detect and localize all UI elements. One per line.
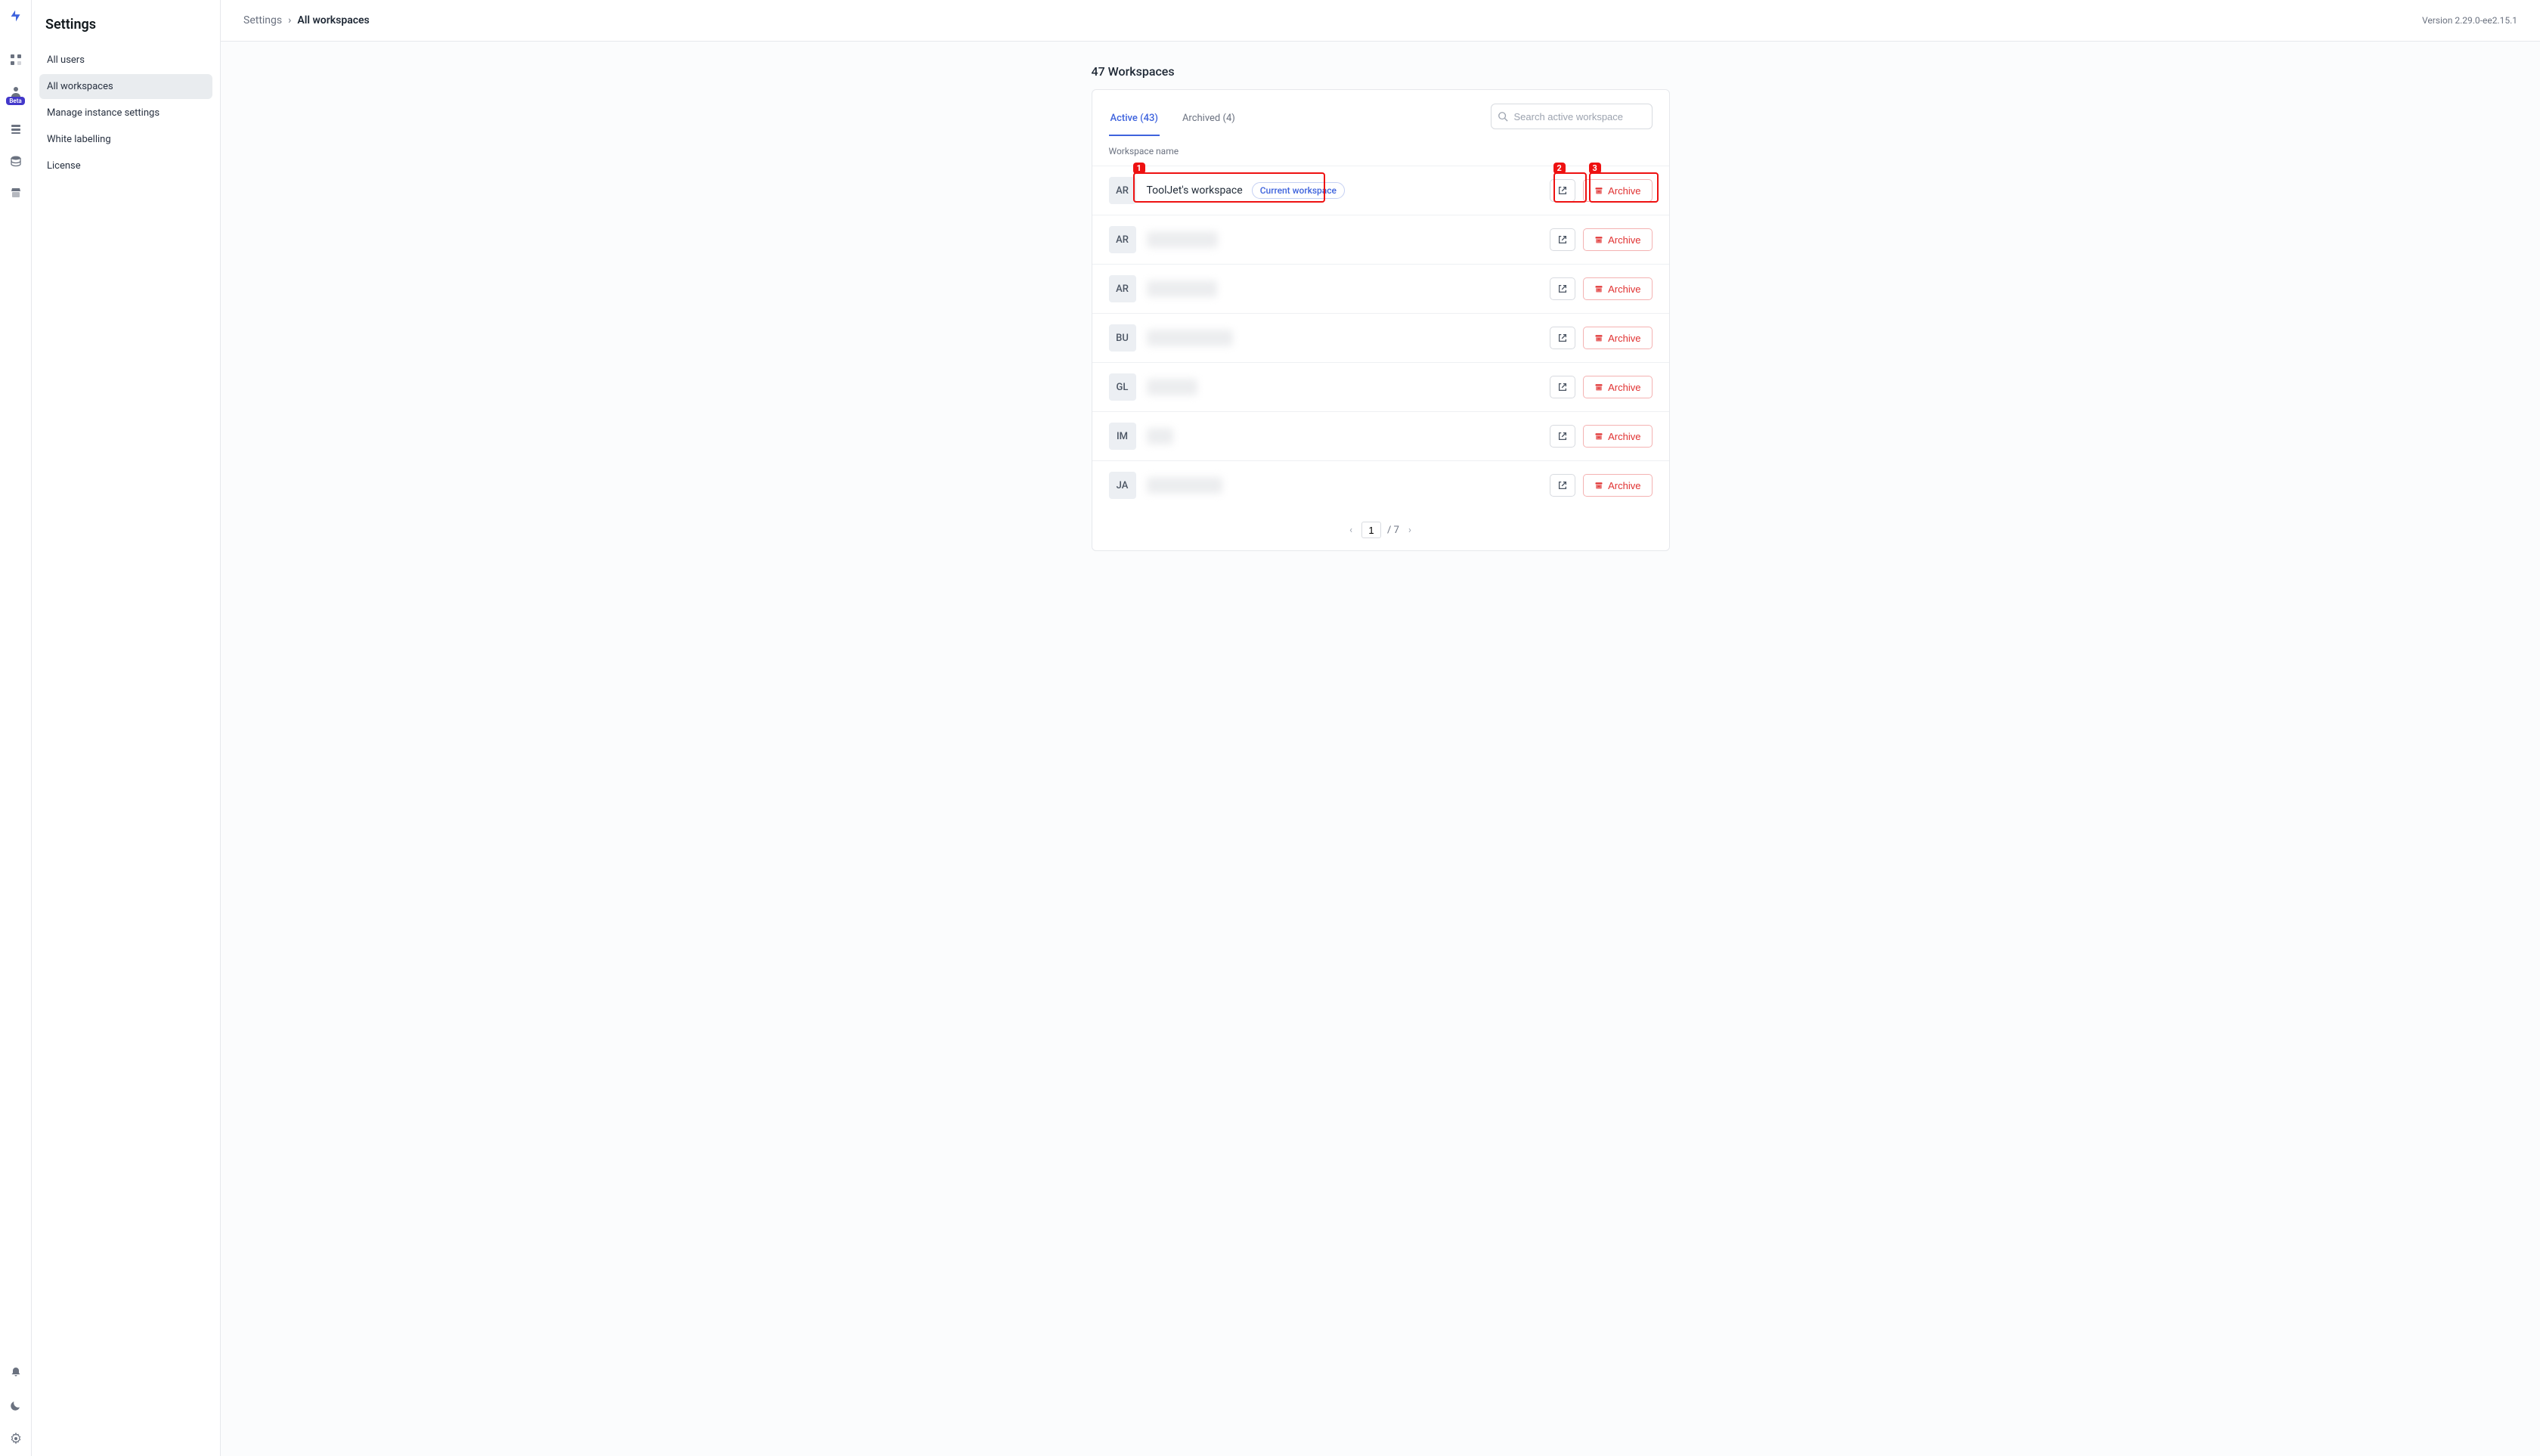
open-workspace-button[interactable]: [1550, 228, 1575, 251]
pager-total: / 7: [1387, 525, 1399, 536]
workspace-avatar: IM: [1109, 423, 1136, 450]
workspace-avatar: JA: [1109, 472, 1136, 499]
open-workspace-button[interactable]: [1550, 376, 1575, 398]
sidebar-title: Settings: [39, 12, 212, 48]
archive-button[interactable]: Archive: [1583, 179, 1652, 202]
archive-button[interactable]: Archive: [1583, 228, 1652, 251]
settings-sidebar: Settings All usersAll workspacesManage i…: [32, 0, 221, 1456]
workspace-row: AR Workspace B Archive: [1092, 264, 1669, 313]
workspace-avatar: AR: [1109, 226, 1136, 253]
workspace-name-wrap: Workspace A: [1147, 231, 1550, 248]
workspace-row: GL Global W Archive: [1092, 362, 1669, 411]
workspace-name-wrap: ToolJet's workspace Current workspace: [1147, 182, 1550, 199]
workspace-avatar: AR: [1109, 275, 1136, 302]
open-workspace-button[interactable]: [1550, 425, 1575, 448]
icon-rail: Beta: [0, 0, 32, 1456]
theme-icon[interactable]: [6, 1396, 26, 1415]
breadcrumb-current: All workspaces: [297, 14, 369, 26]
workspace-name: Jacob's space: [1147, 477, 1222, 494]
database-icon[interactable]: [6, 119, 26, 139]
marketplace-icon[interactable]: [6, 183, 26, 203]
workspace-row: IM Imp Archive: [1092, 411, 1669, 460]
app-logo[interactable]: [6, 6, 26, 26]
archive-button[interactable]: Archive: [1583, 474, 1652, 497]
nav-item-manage-instance-settings[interactable]: Manage instance settings: [39, 101, 212, 125]
column-header-name: Workspace name: [1092, 138, 1669, 166]
workspace-row: BU Build workspace Archive: [1092, 313, 1669, 362]
workspace-name-wrap: Imp: [1147, 428, 1550, 445]
open-workspace-button[interactable]: [1550, 474, 1575, 497]
datasource-icon[interactable]: [6, 151, 26, 171]
breadcrumb-root[interactable]: Settings: [243, 14, 282, 26]
workspace-name-wrap: Jacob's space: [1147, 477, 1550, 494]
tab-archived[interactable]: Archived (4): [1181, 107, 1237, 136]
search-input[interactable]: [1491, 104, 1653, 129]
version-label: Version 2.29.0-ee2.15.1: [2422, 15, 2517, 26]
workspace-avatar: AR: [1109, 177, 1136, 204]
beta-badge: Beta: [6, 97, 24, 105]
open-workspace-button[interactable]: [1550, 327, 1575, 349]
nav-item-license[interactable]: License: [39, 153, 212, 178]
workspace-avatar: GL: [1109, 373, 1136, 401]
workspace-count: 47 Workspaces: [1092, 64, 1670, 79]
archive-button[interactable]: Archive: [1583, 277, 1652, 300]
tab-active[interactable]: Active (43): [1109, 107, 1160, 136]
search-box: [1491, 104, 1653, 129]
workspace-row: JA Jacob's space Archive: [1092, 460, 1669, 510]
workspace-name-wrap: Workspace B: [1147, 280, 1550, 297]
pager-page-input[interactable]: [1361, 522, 1381, 538]
workspace-name: Imp: [1147, 428, 1174, 445]
settings-icon[interactable]: [6, 1429, 26, 1448]
pager-prev[interactable]: ‹: [1346, 525, 1355, 536]
tabs-row: Active (43) Archived (4): [1092, 90, 1669, 138]
workspace-name: Workspace B: [1147, 280, 1218, 297]
nav-item-all-users[interactable]: All users: [39, 48, 212, 73]
workspace-row: AR Workspace A Archive: [1092, 215, 1669, 264]
current-workspace-pill: Current workspace: [1252, 182, 1345, 199]
topbar: Settings › All workspaces Version 2.29.0…: [221, 0, 2540, 42]
users-icon[interactable]: Beta: [6, 82, 26, 101]
workspace-avatar: BU: [1109, 324, 1136, 352]
workspace-name: Workspace A: [1147, 231, 1218, 248]
pager: ‹ / 7 ›: [1092, 510, 1669, 550]
open-workspace-button[interactable]: [1550, 179, 1575, 202]
archive-button[interactable]: Archive: [1583, 376, 1652, 398]
workspace-name-wrap: Build workspace: [1147, 330, 1550, 346]
archive-button[interactable]: Archive: [1583, 327, 1652, 349]
workspace-name: Global W: [1147, 379, 1198, 395]
workspace-name: ToolJet's workspace: [1147, 184, 1243, 197]
chevron-right-icon: ›: [288, 14, 291, 26]
workspaces-card: Active (43) Archived (4) Workspace name …: [1092, 89, 1670, 551]
archive-button[interactable]: Archive: [1583, 425, 1652, 448]
pager-next[interactable]: ›: [1405, 525, 1414, 536]
main: Settings › All workspaces Version 2.29.0…: [221, 0, 2540, 1456]
nav-item-white-labelling[interactable]: White labelling: [39, 127, 212, 152]
workspace-name: Build workspace: [1147, 330, 1233, 346]
workspace-name-wrap: Global W: [1147, 379, 1550, 395]
workspace-row: AR ToolJet's workspace Current workspace Ar…: [1092, 166, 1669, 215]
nav-item-all-workspaces[interactable]: All workspaces: [39, 74, 212, 99]
open-workspace-button[interactable]: [1550, 277, 1575, 300]
apps-icon[interactable]: [6, 50, 26, 70]
notification-icon[interactable]: [6, 1362, 26, 1382]
